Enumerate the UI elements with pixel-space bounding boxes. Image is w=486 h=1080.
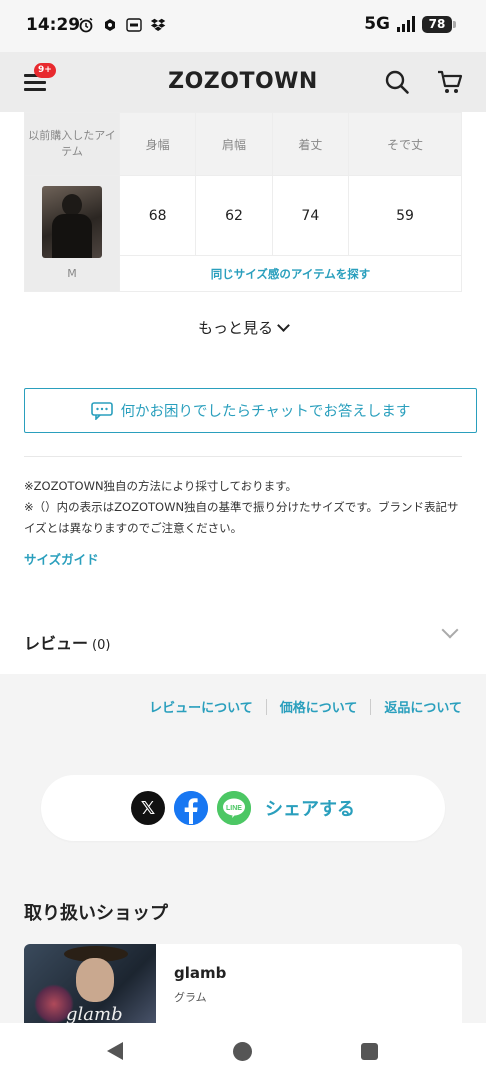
share-label[interactable]: シェアする xyxy=(265,795,355,821)
system-nav-bar xyxy=(0,1023,486,1080)
chevron-down-icon xyxy=(277,319,290,332)
divider xyxy=(24,456,462,457)
value-cell: 62 xyxy=(195,175,273,256)
note-line: ※ZOZOTOWN独自の方法により採寸しております。 xyxy=(24,479,297,493)
status-right: 5G 78 xyxy=(364,14,456,34)
same-size-link[interactable]: 同じサイズ感のアイテムを探す xyxy=(119,255,462,292)
column-header: そで丈 xyxy=(347,112,463,176)
search-icon[interactable] xyxy=(384,69,410,95)
value-cell: 68 xyxy=(118,175,197,256)
zozotown-logo[interactable]: ZOZOTOWN xyxy=(0,69,486,94)
shop-card[interactable]: glamb glamb グラム xyxy=(24,944,462,1023)
recent-apps-icon[interactable] xyxy=(361,1043,378,1060)
table-header-row: 以前購入したアイテム 身幅 肩幅 着丈 そで丈 xyxy=(24,112,463,176)
facebook-icon[interactable] xyxy=(174,791,208,825)
battery-icon: 78 xyxy=(422,15,456,33)
network-type: 5G xyxy=(364,14,390,34)
share-bar: 𝕏 LINE シェアする xyxy=(41,775,445,841)
shop-name-kana: グラム xyxy=(174,991,207,1004)
show-more-label: もっと見る xyxy=(197,319,273,337)
home-icon[interactable] xyxy=(233,1042,252,1061)
shop-name: glamb xyxy=(174,964,227,982)
signal-icon xyxy=(397,16,415,32)
chat-button-label: 何かお困りでしたらチャットでお答えします xyxy=(120,404,411,420)
chat-icon xyxy=(90,401,113,420)
status-time: 14:29 xyxy=(26,15,81,35)
review-section[interactable]: レビュー (0) xyxy=(0,604,486,674)
review-info-link[interactable]: レビューについて xyxy=(149,697,253,716)
value-cell: 74 xyxy=(271,175,349,256)
note-line: ※（）内の表示はZOZOTOWN独自の基準で振り分けたサイズです。ブランド表記サ… xyxy=(24,500,459,535)
price-info-link[interactable]: 価格について xyxy=(280,697,358,716)
shop-image-logo: glamb xyxy=(66,1004,123,1023)
size-comparison-table: 以前購入したアイテム 身幅 肩幅 着丈 そで丈 M 68 62 74 59 同じ… xyxy=(24,112,463,292)
measurement-notes: ※ZOZOTOWN独自の方法により採寸しております。 ※（）内の表示はZOZOT… xyxy=(24,476,464,539)
return-info-link[interactable]: 返品について xyxy=(384,697,462,716)
link-separator xyxy=(370,698,372,715)
alarm-icon xyxy=(79,17,93,33)
app-header: 9+ ZOZOTOWN xyxy=(0,52,486,112)
app-icon xyxy=(126,18,142,32)
battery-level: 78 xyxy=(428,17,446,31)
purchased-item-thumbnail[interactable] xyxy=(42,186,102,258)
column-header: 着丈 xyxy=(271,112,349,176)
status-notification-icons xyxy=(78,17,166,33)
show-more-button[interactable]: もっと見る xyxy=(0,317,486,338)
status-bar: 14:29 5G 78 xyxy=(0,0,486,52)
x-icon[interactable]: 𝕏 xyxy=(131,791,165,825)
size-guide-link[interactable]: サイズガイド xyxy=(24,549,99,568)
review-count: (0) xyxy=(92,638,111,653)
cart-icon[interactable] xyxy=(437,69,463,95)
row-label-header: 以前購入したアイテム xyxy=(24,112,120,176)
table-row: M 68 62 74 59 xyxy=(24,175,463,292)
value-cell: 59 xyxy=(347,175,463,256)
link-separator xyxy=(265,698,267,715)
review-title-label: レビュー xyxy=(24,634,89,653)
review-title: レビュー (0) xyxy=(24,630,110,654)
shop-image[interactable]: glamb xyxy=(24,944,156,1023)
back-icon[interactable] xyxy=(107,1042,123,1060)
purchased-item-cell[interactable]: M xyxy=(24,175,120,292)
column-header: 肩幅 xyxy=(195,112,273,176)
shop-heading: 取り扱いショップ xyxy=(24,903,168,924)
chat-support-button[interactable]: 何かお困りでしたらチャットでお答えします xyxy=(24,388,477,433)
column-header: 身幅 xyxy=(118,112,197,176)
notification-icon xyxy=(105,19,115,31)
info-links: レビューについて 価格について 返品について xyxy=(149,697,462,716)
purchased-item-size: M xyxy=(67,267,77,280)
content-scroll[interactable]: 以前購入したアイテム 身幅 肩幅 着丈 そで丈 M 68 62 74 59 同じ… xyxy=(0,112,486,1023)
dropbox-icon xyxy=(150,18,166,31)
line-icon[interactable]: LINE xyxy=(217,791,251,825)
line-icon-text: LINE xyxy=(226,805,242,812)
chevron-down-icon[interactable] xyxy=(441,621,459,639)
size-section: 以前購入したアイテム 身幅 肩幅 着丈 そで丈 M 68 62 74 59 同じ… xyxy=(0,112,486,604)
